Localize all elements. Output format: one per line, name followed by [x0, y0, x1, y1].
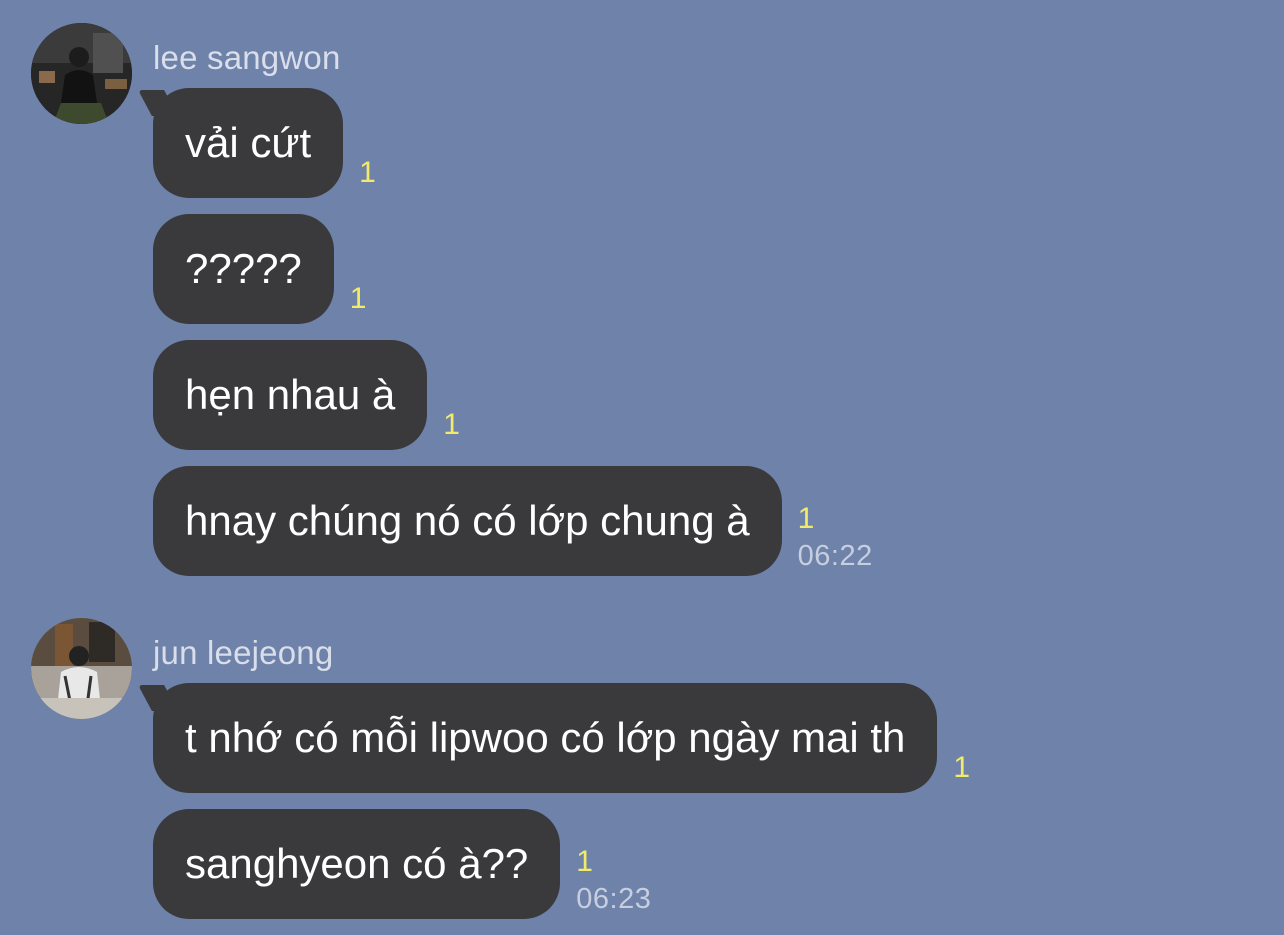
message-row: t nhớ có mỗi lipwoo có lớp ngày mai th 1 [153, 683, 970, 793]
message-bubble[interactable]: t nhớ có mỗi lipwoo có lớp ngày mai th [153, 683, 938, 793]
message-meta: 1 06:22 [798, 502, 873, 576]
message-meta: 1 [359, 156, 376, 198]
message-row: hnay chúng nó có lớp chung à 1 06:22 [153, 466, 873, 576]
message-bubble[interactable]: ????? [153, 214, 334, 324]
message-row: sanghyeon có à?? 1 06:23 [153, 809, 651, 919]
unread-count: 1 [576, 845, 593, 878]
message-meta: 1 [953, 751, 970, 793]
unread-count: 1 [349, 282, 367, 315]
message-meta: 1 06:23 [576, 845, 651, 919]
sender-name: jun leejeong [153, 634, 334, 671]
message-row: vải cứt 1 [153, 88, 376, 198]
message-row: hẹn nhau à 1 [153, 340, 460, 450]
avatar[interactable] [31, 23, 132, 124]
message-bubble[interactable]: hnay chúng nó có lớp chung à [153, 466, 782, 576]
unread-count: 1 [953, 751, 971, 784]
message-row: ????? 1 [153, 214, 366, 324]
sender-name: lee sangwon [153, 39, 341, 76]
unread-count: 1 [797, 502, 815, 535]
message-meta: 1 [443, 408, 460, 450]
unread-count: 1 [443, 408, 460, 441]
avatar[interactable] [31, 618, 132, 719]
message-bubble[interactable]: hẹn nhau à [153, 340, 428, 450]
message-meta: 1 [350, 282, 367, 324]
message-time: 06:23 [576, 883, 652, 915]
unread-count: 1 [359, 156, 376, 189]
message-bubble[interactable]: vải cứt [153, 88, 344, 198]
message-bubble[interactable]: sanghyeon có à?? [153, 809, 561, 919]
message-time: 06:22 [797, 540, 873, 572]
